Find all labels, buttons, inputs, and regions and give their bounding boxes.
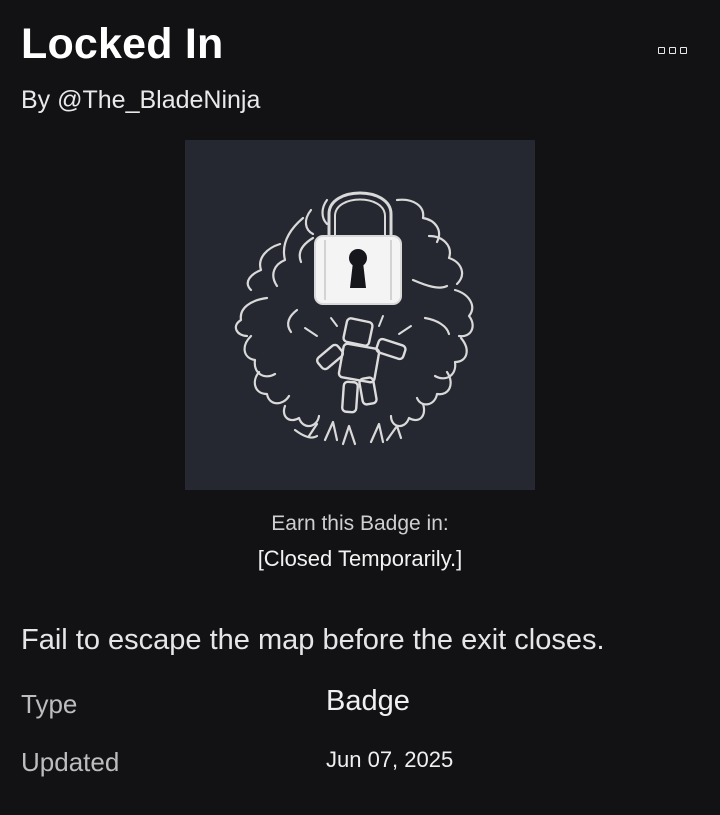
more-options-icon <box>668 46 676 54</box>
badge-description: Fail to escape the map before the exit c… <box>21 624 605 656</box>
page-title: Locked In <box>21 20 224 68</box>
more-options-button[interactable] <box>651 38 693 62</box>
experience-link[interactable]: [Closed Temporarily.] <box>0 545 720 573</box>
type-value: Badge <box>326 685 410 717</box>
more-options-icon <box>657 46 665 54</box>
updated-label: Updated <box>21 747 120 777</box>
updated-value: Jun 07, 2025 <box>326 747 454 772</box>
earn-badge-label: Earn this Badge in: <box>271 512 449 535</box>
creator-link[interactable]: By @The_BladeNinja <box>21 85 260 115</box>
badge-image <box>185 140 535 490</box>
more-options-icon <box>679 46 687 54</box>
padlock-character-icon <box>234 191 474 446</box>
type-label: Type <box>21 689 78 719</box>
